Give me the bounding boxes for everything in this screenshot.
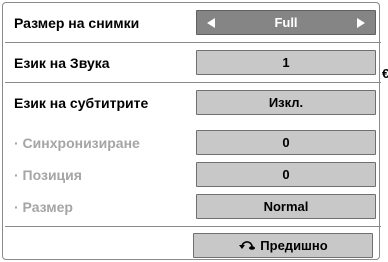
return-label: Предишно xyxy=(260,238,328,253)
menu-row-subtitle-language[interactable]: Език на субтитрите Изкл. xyxy=(5,83,381,123)
position-value: 0 xyxy=(196,162,376,187)
side-mark: € xyxy=(382,66,388,81)
menu-row-size: · Размер Normal xyxy=(5,187,381,227)
subtitle-language-value[interactable]: Изкл. xyxy=(196,90,376,115)
settings-menu-panel: Размер на снимки Full Език на Звука 1 Ез… xyxy=(2,2,381,260)
menu-row-picture-size[interactable]: Размер на снимки Full xyxy=(5,3,381,43)
size-value: Normal xyxy=(196,194,376,219)
subtitle-language-label: Език на субтитрите xyxy=(14,95,149,111)
row-divider xyxy=(5,226,381,227)
picture-size-value[interactable]: Full xyxy=(196,10,376,35)
audio-language-label: Език на Звука xyxy=(14,55,110,71)
sync-value: 0 xyxy=(196,130,376,155)
return-button[interactable]: Предишно xyxy=(193,233,373,258)
position-label: · Позиция xyxy=(14,167,82,183)
return-arrow-icon xyxy=(238,237,256,254)
menu-row-audio-language[interactable]: Език на Звука 1 xyxy=(5,43,381,83)
picture-size-value-text: Full xyxy=(274,15,298,30)
size-label: · Размер xyxy=(14,199,73,215)
picture-size-label: Размер на снимки xyxy=(14,15,140,31)
arrow-right-icon[interactable] xyxy=(357,18,365,28)
audio-language-value[interactable]: 1 xyxy=(196,50,376,75)
arrow-left-icon[interactable] xyxy=(207,18,215,28)
sync-label: · Синхронизиране xyxy=(14,135,140,151)
